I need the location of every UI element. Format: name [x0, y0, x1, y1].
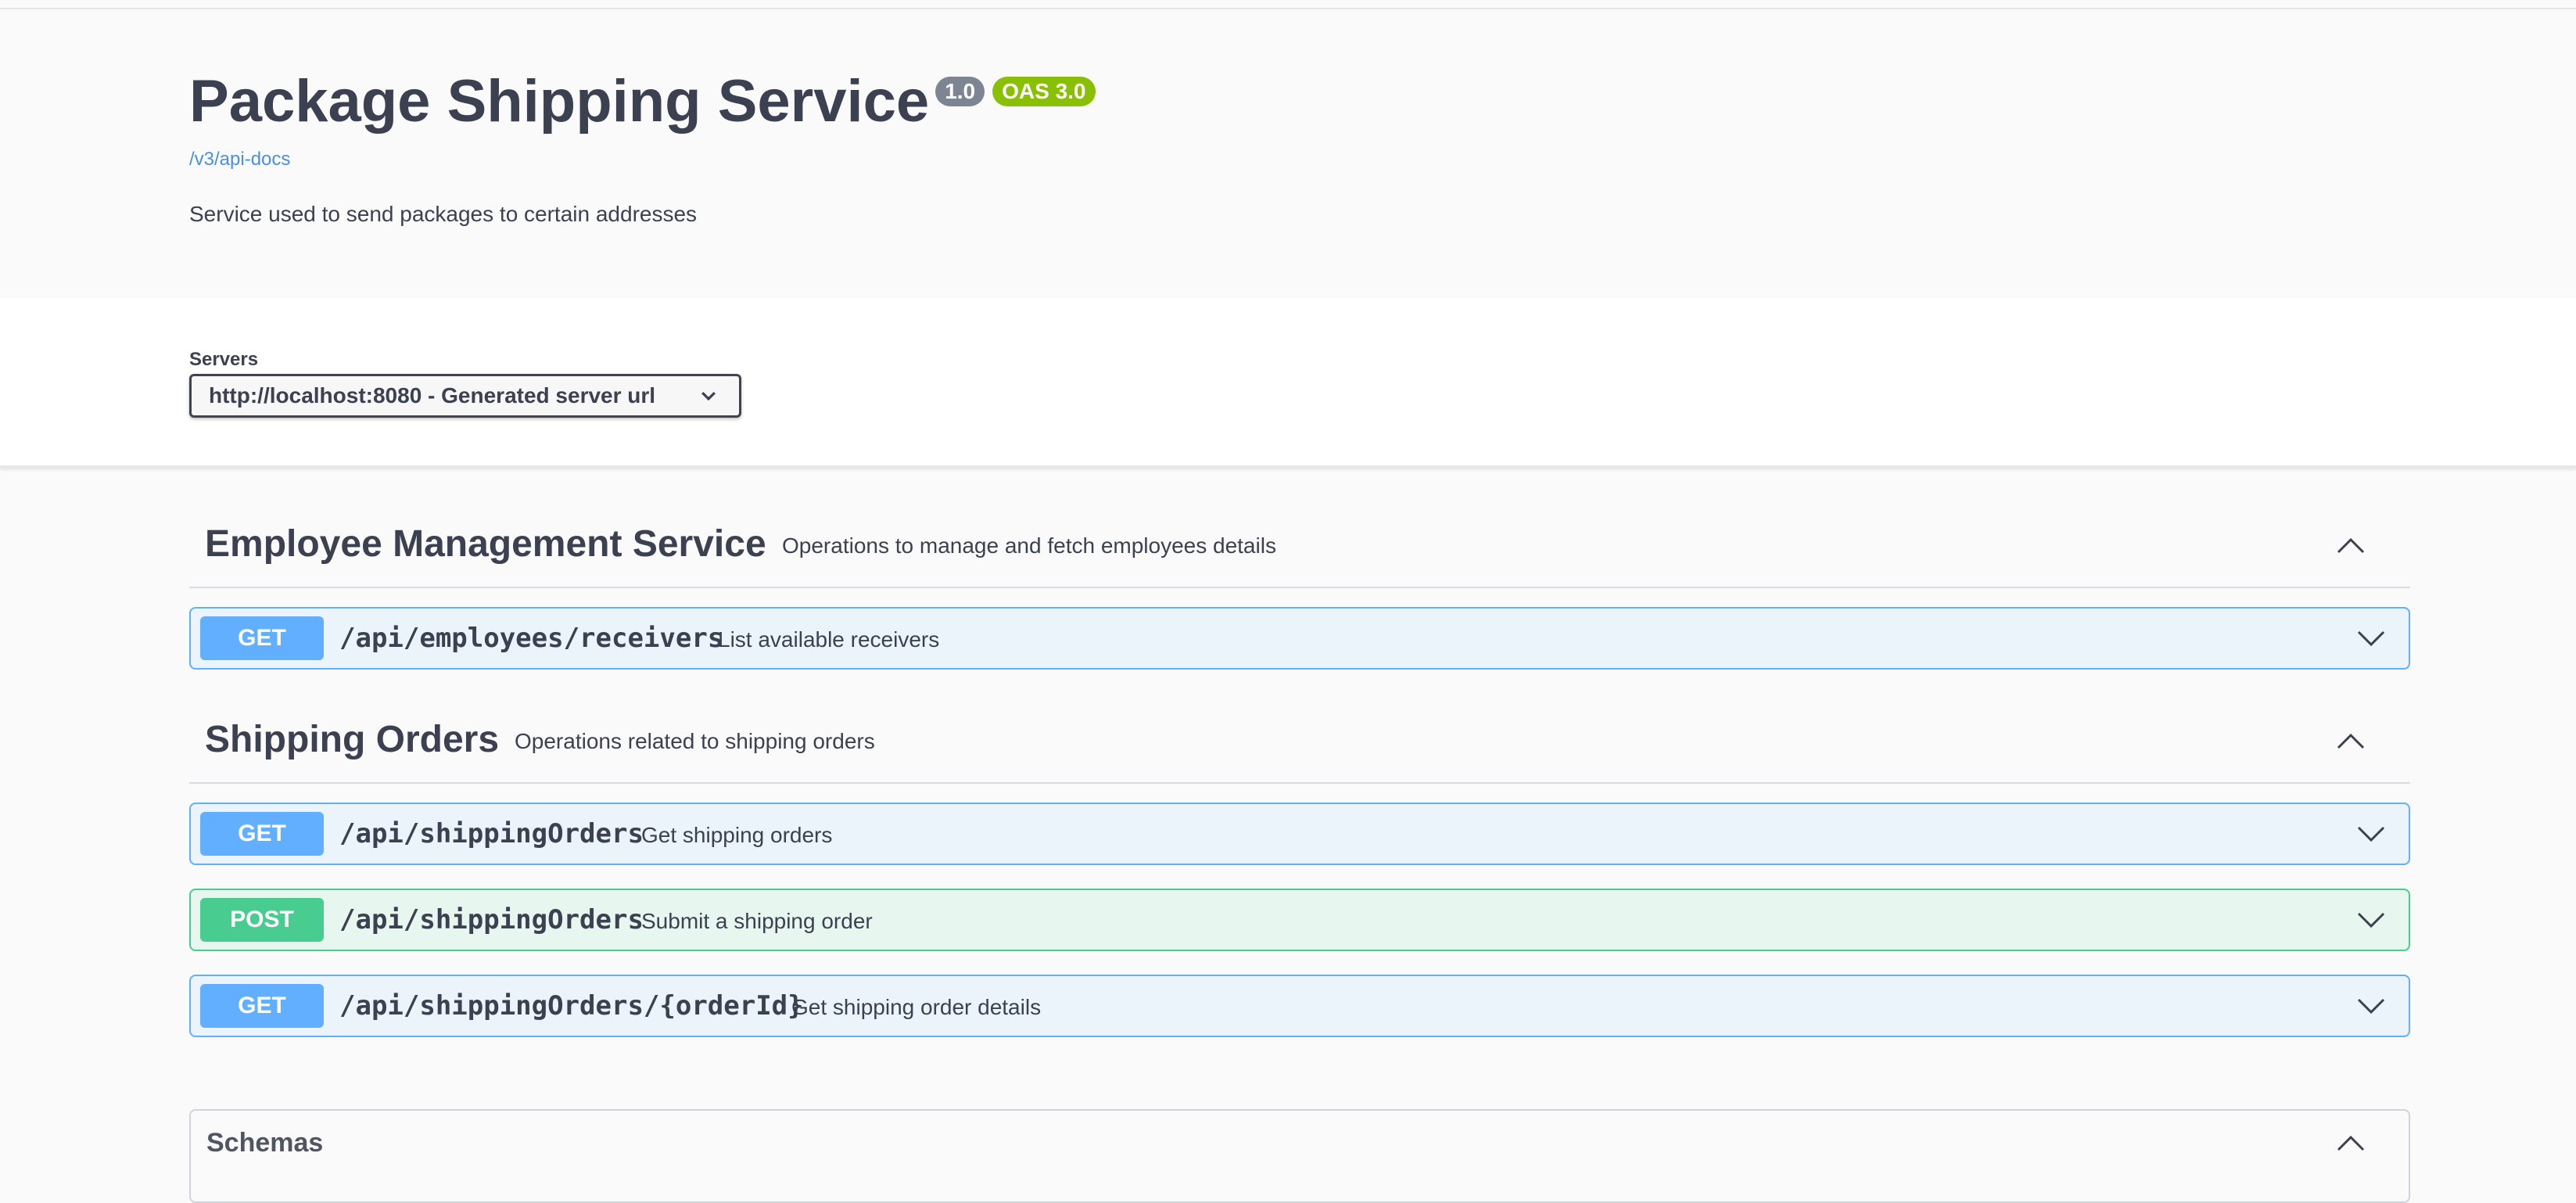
- top-border: [0, 0, 2576, 9]
- tag-name: Shipping Orders: [205, 719, 500, 760]
- method-badge: GET: [200, 984, 324, 1028]
- info-section: Package Shipping Service 1.0 OAS 3.0 /v3…: [0, 9, 2576, 298]
- server-select[interactable]: http://localhost:8080 - Generated server…: [189, 374, 741, 418]
- method-badge: POST: [200, 898, 324, 942]
- operation-path: /api/shippingOrders: [339, 904, 644, 935]
- operation-summary: Get shipping order details: [791, 995, 1042, 1019]
- tag-description: Operations related to shipping orders: [515, 729, 875, 753]
- operation-get-shipping-orders[interactable]: GET /api/shippingOrders Get shipping ord…: [189, 803, 2410, 865]
- tag-employee-management[interactable]: Employee Management Service Operations t…: [189, 507, 2410, 588]
- operation-path: /api/employees/receivers: [339, 623, 724, 654]
- service-description: Service used to send packages to certain…: [189, 202, 698, 226]
- schemas-title: Schemas: [206, 1128, 324, 1158]
- tag-description: Operations to manage and fetch employees…: [782, 533, 1276, 558]
- chevron-down-icon: [701, 391, 716, 401]
- servers-label: Servers: [189, 349, 259, 370]
- oas-badge: OAS 3.0: [992, 77, 1096, 106]
- chevron-down-icon[interactable]: [2354, 990, 2388, 1022]
- server-select-value: http://localhost:8080 - Generated server…: [209, 383, 656, 408]
- chevron-down-icon[interactable]: [2354, 818, 2388, 849]
- method-badge: GET: [200, 812, 324, 856]
- chevron-up-icon[interactable]: [2334, 1128, 2368, 1159]
- tag-shipping-orders[interactable]: Shipping Orders Operations related to sh…: [189, 702, 2410, 784]
- schemas-section[interactable]: Schemas: [189, 1109, 2410, 1203]
- method-badge: GET: [200, 616, 324, 660]
- tag-name: Employee Management Service: [205, 523, 766, 565]
- operation-summary: Submit a shipping order: [641, 909, 873, 933]
- operation-get-employees-receivers[interactable]: GET /api/employees/receivers List availa…: [189, 607, 2410, 670]
- operation-path: /api/shippingOrders: [339, 818, 644, 849]
- operation-path: /api/shippingOrders/{orderId}: [339, 990, 804, 1022]
- title-row: Package Shipping Service 1.0 OAS 3.0: [189, 69, 1096, 135]
- page-title: Package Shipping Service: [189, 68, 930, 135]
- chevron-down-icon[interactable]: [2354, 904, 2388, 935]
- operation-summary: Get shipping orders: [641, 823, 833, 847]
- chevron-up-icon[interactable]: [2334, 530, 2368, 562]
- version-badge: 1.0: [935, 77, 985, 106]
- chevron-down-icon[interactable]: [2354, 623, 2388, 654]
- operation-get-shipping-order-details[interactable]: GET /api/shippingOrders/{orderId} Get sh…: [189, 975, 2410, 1037]
- operation-post-shipping-orders[interactable]: POST /api/shippingOrders Submit a shippi…: [189, 889, 2410, 951]
- api-docs-link[interactable]: /v3/api-docs: [189, 149, 290, 171]
- operation-summary: List available receivers: [718, 627, 940, 652]
- chevron-up-icon[interactable]: [2334, 726, 2368, 757]
